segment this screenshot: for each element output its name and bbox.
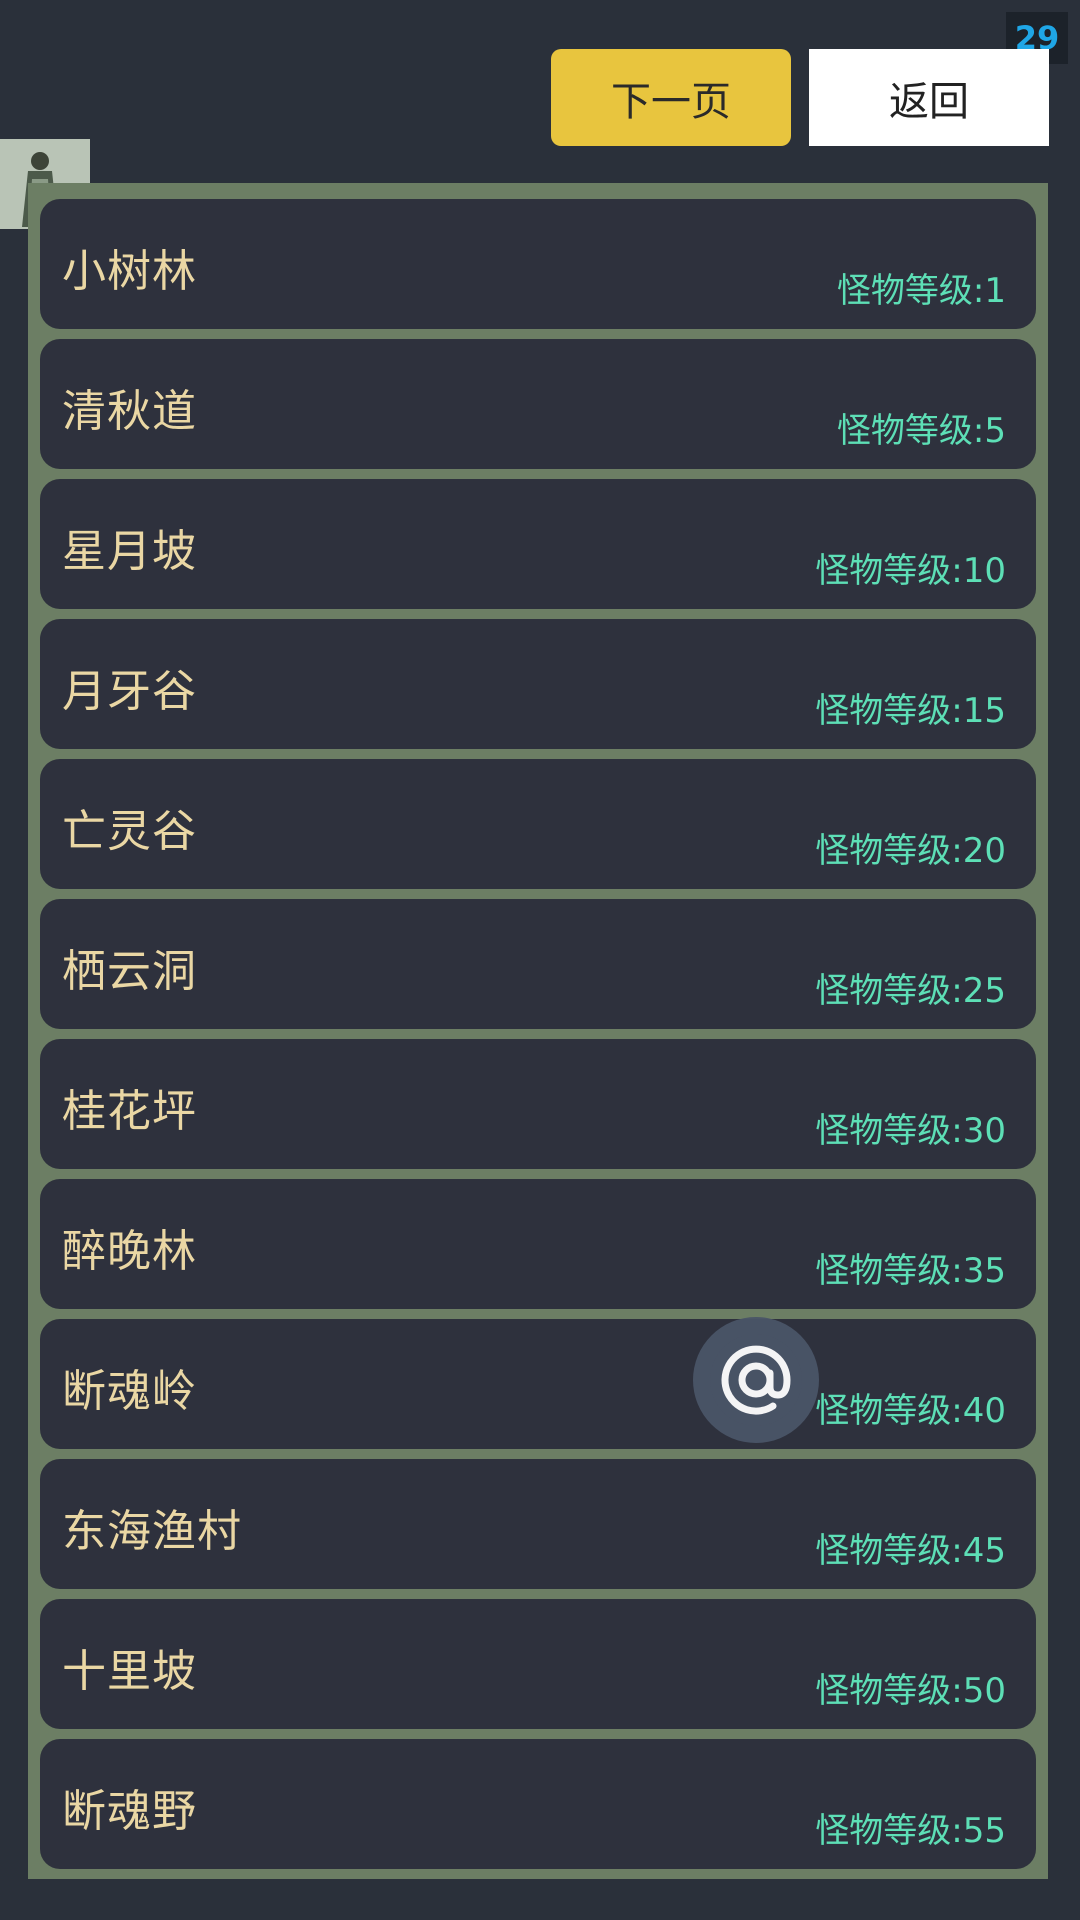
monster-level: 怪物等级:55: [815, 1811, 1006, 1851]
monster-level: 怪物等级:15: [815, 691, 1006, 731]
map-row[interactable]: 亡灵谷 怪物等级:20: [40, 759, 1036, 889]
map-list: 小树林 怪物等级:1 清秋道 怪物等级:5 星月坡 怪物等级:10 月牙谷 怪物等级:15 亡灵…: [40, 199, 1036, 1869]
monster-level: 怪物等级:5: [836, 411, 1006, 451]
monster-level: 怪物等级:45: [815, 1531, 1006, 1571]
map-name: 星月坡: [62, 526, 197, 577]
map-name: 栖云洞: [62, 946, 197, 997]
map-name: 东海渔村: [62, 1506, 242, 1557]
map-row[interactable]: 断魂岭 怪物等级:40: [40, 1319, 1036, 1449]
map-row[interactable]: 清秋道 怪物等级:5: [40, 339, 1036, 469]
monster-level: 怪物等级:1: [836, 271, 1006, 311]
map-row[interactable]: 小树林 怪物等级:1: [40, 199, 1036, 329]
monster-level: 怪物等级:35: [815, 1251, 1006, 1291]
map-row[interactable]: 十里坡 怪物等级:50: [40, 1599, 1036, 1729]
map-name: 桂花坪: [62, 1086, 197, 1137]
map-name: 亡灵谷: [62, 806, 197, 857]
map-name: 小树林: [62, 246, 197, 297]
map-name: 断魂野: [62, 1786, 197, 1837]
map-name: 清秋道: [62, 386, 197, 437]
map-name: 十里坡: [62, 1646, 197, 1697]
map-name: 月牙谷: [62, 666, 197, 717]
map-row[interactable]: 东海渔村 怪物等级:45: [40, 1459, 1036, 1589]
floating-at-button[interactable]: [693, 1317, 819, 1443]
back-button[interactable]: 返回: [809, 49, 1049, 146]
map-row[interactable]: 桂花坪 怪物等级:30: [40, 1039, 1036, 1169]
monster-level: 怪物等级:25: [815, 971, 1006, 1011]
next-page-button[interactable]: 下一页: [551, 49, 791, 146]
map-row[interactable]: 月牙谷 怪物等级:15: [40, 619, 1036, 749]
monster-level: 怪物等级:20: [815, 831, 1006, 871]
map-row[interactable]: 栖云洞 怪物等级:25: [40, 899, 1036, 1029]
monster-level: 怪物等级:40: [815, 1391, 1006, 1431]
map-name: 醉晚林: [62, 1226, 197, 1277]
map-name: 断魂岭: [62, 1366, 197, 1417]
at-icon: [710, 1334, 802, 1426]
monster-level: 怪物等级:50: [815, 1671, 1006, 1711]
map-list-panel: 小树林 怪物等级:1 清秋道 怪物等级:5 星月坡 怪物等级:10 月牙谷 怪物等级:15 亡灵…: [28, 183, 1048, 1879]
map-row[interactable]: 醉晚林 怪物等级:35: [40, 1179, 1036, 1309]
map-row[interactable]: 断魂野 怪物等级:55: [40, 1739, 1036, 1869]
monster-level: 怪物等级:30: [815, 1111, 1006, 1151]
map-row[interactable]: 星月坡 怪物等级:10: [40, 479, 1036, 609]
monster-level: 怪物等级:10: [815, 551, 1006, 591]
